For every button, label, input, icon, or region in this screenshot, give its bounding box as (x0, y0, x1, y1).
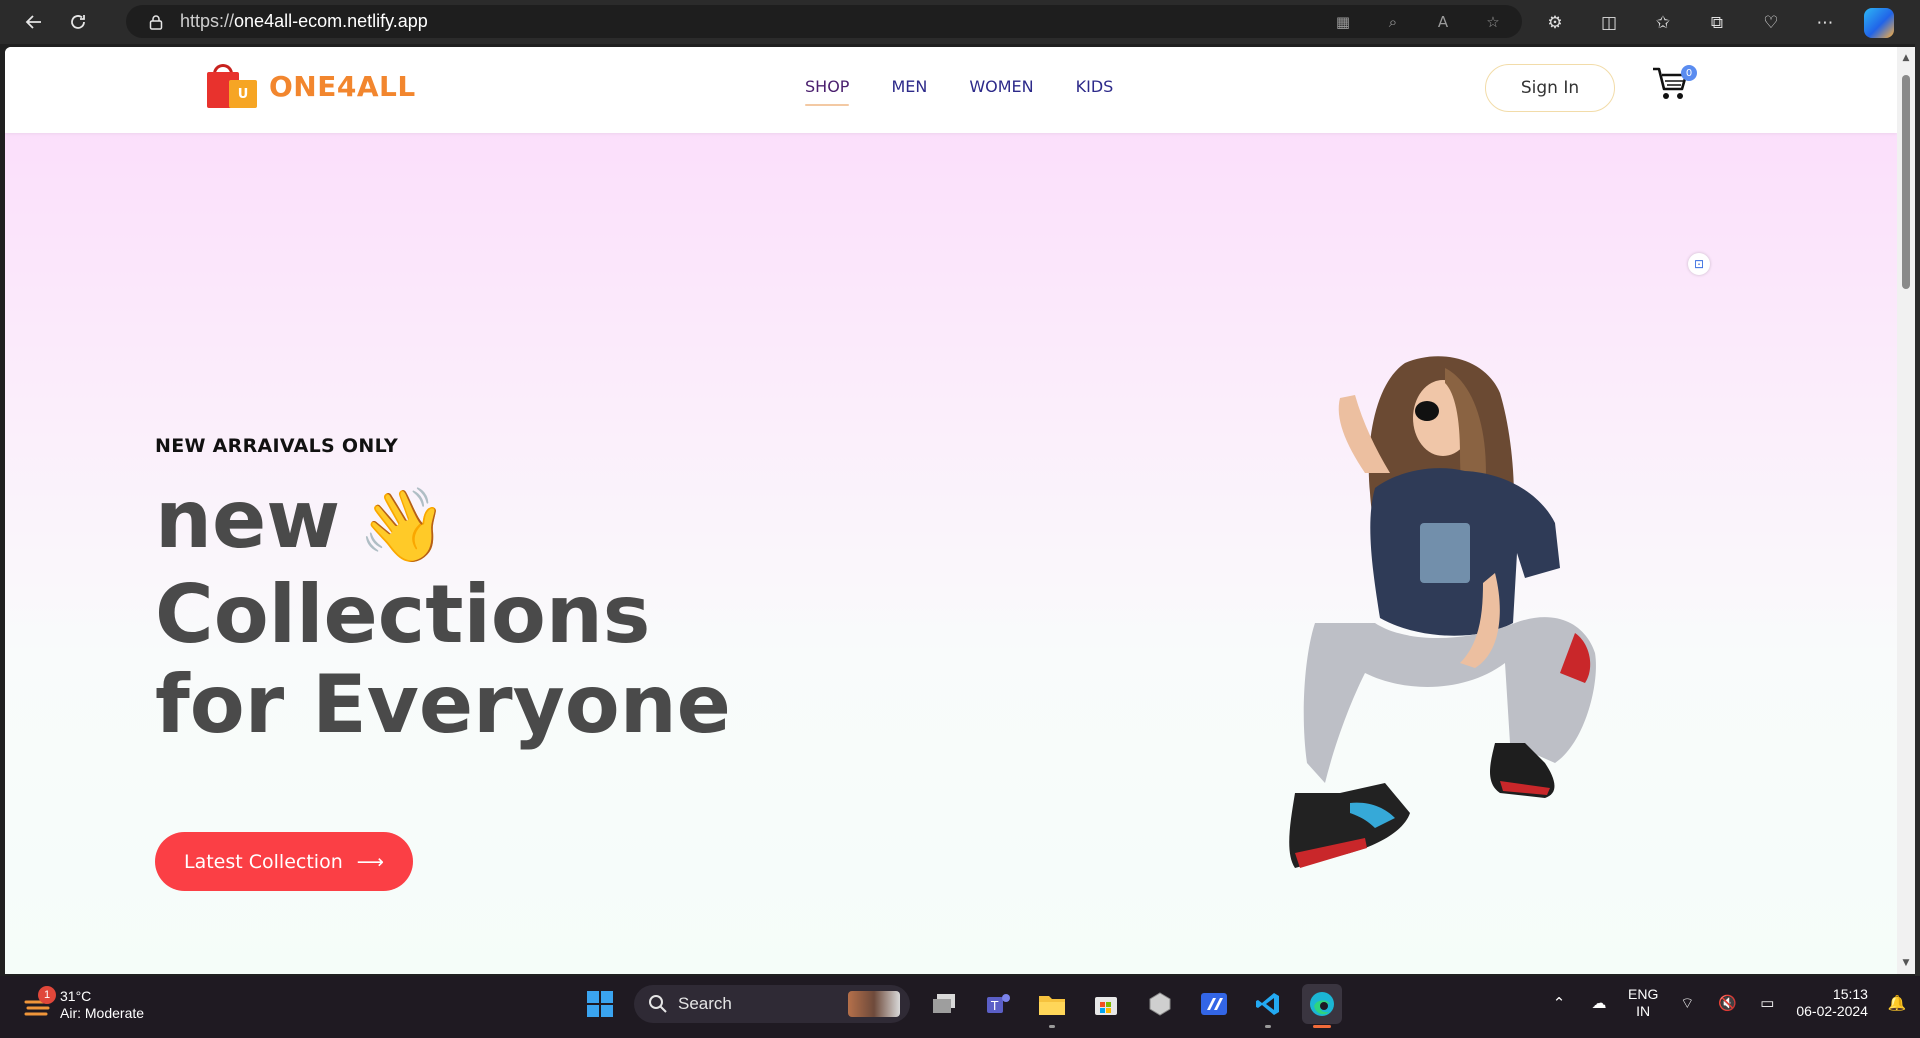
search-label: Search (678, 994, 732, 1013)
zoom-icon[interactable]: ⌕ (1382, 11, 1404, 33)
performance-icon[interactable]: ♡ (1756, 9, 1786, 37)
system-tray: ⌃ ☁ ENG IN ⌔ 🔇 ▭ 15:13 06-02-2024 🔔 (1548, 986, 1908, 1020)
favorites-icon[interactable]: ✩ (1648, 9, 1678, 37)
visual-studio-icon[interactable] (1194, 984, 1234, 1024)
weather-widget[interactable]: 1 31°C Air: Moderate (22, 986, 145, 1022)
copilot-icon[interactable] (1864, 8, 1894, 38)
teams-icon[interactable]: T (978, 984, 1018, 1024)
site-navbar: U ONE4ALL SHOP MEN WOMEN KIDS Sign In 0 (5, 47, 1897, 133)
headline-line-1: new 👋 (155, 475, 731, 570)
battery-icon[interactable]: ▭ (1756, 992, 1778, 1014)
file-explorer-icon[interactable] (1032, 984, 1072, 1028)
more-icon[interactable]: ⋯ (1810, 9, 1840, 37)
nav-shop[interactable]: SHOP (805, 77, 850, 106)
cart-count-badge: 0 (1681, 65, 1697, 81)
language-code: ENG (1628, 986, 1659, 1002)
chevron-up-icon[interactable]: ⌃ (1548, 992, 1570, 1014)
split-screen-icon[interactable]: ◫ (1594, 9, 1624, 37)
onedrive-icon[interactable]: ☁ (1588, 992, 1610, 1014)
scrollbar-thumb[interactable] (1902, 75, 1910, 289)
weather-temperature: 31°C (60, 988, 92, 1004)
search-icon (649, 995, 667, 1013)
url-scheme: https:// (180, 11, 235, 31)
sign-in-button[interactable]: Sign In (1485, 64, 1615, 112)
taskbar-search[interactable]: Search (634, 985, 910, 1023)
unity-hub-icon[interactable] (1140, 984, 1180, 1024)
visual-search-icon[interactable]: ⊡ (1688, 253, 1710, 275)
microsoft-store-icon[interactable] (1086, 984, 1126, 1024)
url-host: one4all-ecom.netlify.app (234, 11, 428, 31)
window-edge (1915, 44, 1920, 976)
arrow-right-icon: ⟶ (356, 850, 384, 873)
taskbar-apps: Search T (580, 984, 1342, 1028)
scroll-down-icon[interactable]: ▼ (1900, 958, 1912, 968)
notification-bell-icon[interactable]: 🔔 (1886, 992, 1908, 1014)
favorite-icon[interactable]: ☆ (1482, 11, 1504, 33)
address-bar[interactable]: https://one4all-ecom.netlify.app ▦ ⌕ A ☆ (126, 5, 1522, 38)
cart-button[interactable]: 0 (1651, 65, 1699, 109)
task-view-icon[interactable] (924, 984, 964, 1024)
svg-text:T: T (990, 999, 999, 1013)
hero-model-image (1289, 356, 1596, 868)
waving-hand-icon: 👋 (358, 483, 448, 568)
collections-icon[interactable]: ⧉ (1702, 9, 1732, 37)
extensions-icon[interactable]: ⚙ (1540, 9, 1570, 37)
vscode-icon[interactable] (1248, 984, 1288, 1028)
refresh-icon[interactable] (60, 4, 96, 40)
url-text[interactable]: https://one4all-ecom.netlify.app (180, 11, 428, 32)
hero-headline: new 👋 Collections for Everyone (155, 475, 731, 750)
search-highlight-image (848, 991, 900, 1017)
clock-date: 06-02-2024 (1796, 1003, 1868, 1019)
shopping-bag-icon: U (205, 62, 259, 110)
wifi-icon[interactable]: ⌔ (1676, 992, 1698, 1014)
language-indicator[interactable]: ENG IN (1628, 986, 1658, 1020)
lock-icon[interactable] (146, 12, 166, 32)
page-viewport: U ONE4ALL SHOP MEN WOMEN KIDS Sign In 0 … (5, 47, 1897, 974)
logo-badge: U (229, 80, 257, 108)
page-scrollbar[interactable]: ▲ ▼ (1897, 47, 1915, 974)
hero-eyebrow: NEW ARRAIVALS ONLY (155, 435, 399, 457)
read-aloud-icon[interactable]: A (1432, 11, 1454, 33)
edge-browser-icon[interactable] (1302, 984, 1342, 1028)
weather-icon: 1 (22, 986, 56, 1020)
latest-collection-button[interactable]: Latest Collection ⟶ (155, 832, 413, 891)
nav-men[interactable]: MEN (891, 77, 927, 96)
headline-word-new: new (155, 473, 341, 566)
headline-line-3: for Everyone (155, 658, 731, 752)
region-code: IN (1636, 1003, 1651, 1019)
weather-description: Air: Moderate (60, 1005, 145, 1021)
nav-women[interactable]: WOMEN (969, 77, 1033, 96)
windows-start-icon[interactable] (580, 984, 620, 1024)
scroll-up-icon[interactable]: ▲ (1900, 53, 1912, 63)
headline-line-2: Collections (155, 568, 651, 662)
browser-toolbar: https://one4all-ecom.netlify.app ▦ ⌕ A ☆… (0, 0, 1920, 44)
site-logo[interactable]: U ONE4ALL (205, 62, 416, 110)
clock-time: 15:13 (1832, 986, 1868, 1002)
nav-kids[interactable]: KIDS (1076, 77, 1114, 96)
back-icon[interactable] (16, 4, 52, 40)
main-menu: SHOP MEN WOMEN KIDS (805, 77, 1114, 106)
system-clock[interactable]: 15:13 06-02-2024 (1796, 986, 1868, 1020)
weather-alert-badge: 1 (38, 986, 56, 1004)
windows-taskbar: 1 31°C Air: Moderate Search T ⌃ ☁ ENG IN… (0, 976, 1920, 1038)
hero-section: ⊡ NEW ARRAIVALS ONLY new 👋 Collections fo… (5, 133, 1897, 974)
logo-text: ONE4ALL (269, 69, 416, 103)
apps-icon[interactable]: ▦ (1332, 11, 1354, 33)
cta-label: Latest Collection (184, 850, 343, 873)
volume-muted-icon[interactable]: 🔇 (1716, 992, 1738, 1014)
